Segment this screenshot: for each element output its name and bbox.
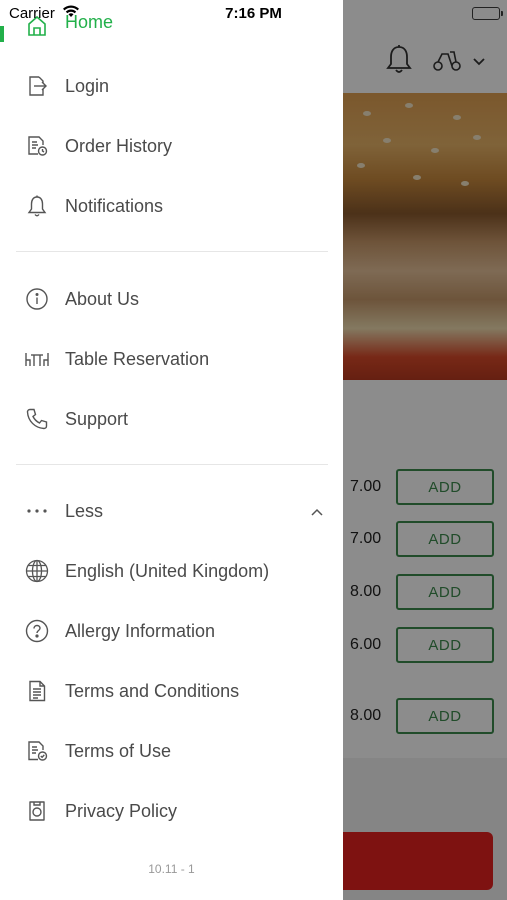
- document-icon: [25, 679, 49, 703]
- menu-item-about-us[interactable]: About Us: [0, 275, 343, 323]
- menu-item-label: Notifications: [65, 196, 164, 216]
- bell-icon: [25, 194, 49, 218]
- battery-icon: [472, 7, 503, 20]
- phone-icon: [25, 407, 49, 431]
- globe-icon: [25, 559, 49, 583]
- menu-item-label: Less: [65, 501, 104, 521]
- order-history-icon: [25, 134, 49, 158]
- menu-item-label: English (United Kingdom): [65, 561, 270, 581]
- document-check-icon: [25, 739, 49, 763]
- chevron-up-icon: [309, 504, 325, 520]
- divider: [16, 251, 328, 252]
- privacy-icon: [25, 799, 49, 823]
- menu-item-label: Privacy Policy: [65, 801, 178, 821]
- menu-item-login[interactable]: Login: [0, 62, 343, 110]
- side-drawer: Home Login Order History Notifications A…: [0, 0, 343, 900]
- info-icon: [25, 287, 49, 311]
- menu-item-notifications[interactable]: Notifications: [0, 182, 343, 230]
- menu-item-support[interactable]: Support: [0, 395, 343, 443]
- more-dots-icon: [25, 499, 49, 523]
- menu-item-privacy-policy[interactable]: Privacy Policy: [0, 787, 343, 835]
- table-icon: [25, 347, 49, 371]
- menu-item-less[interactable]: Less: [0, 487, 343, 535]
- status-bar: Carrier 7:16 PM: [0, 0, 507, 26]
- menu-item-terms-of-use[interactable]: Terms of Use: [0, 727, 343, 775]
- question-icon: [25, 619, 49, 643]
- menu-item-label: Order History: [65, 136, 173, 156]
- menu-item-label: Allergy Information: [65, 621, 216, 641]
- menu-item-label: Support: [65, 409, 129, 429]
- clock: 7:16 PM: [225, 5, 282, 22]
- app-version: 10.11 - 1: [148, 862, 195, 876]
- menu-item-label: Terms and Conditions: [65, 681, 240, 701]
- menu-item-order-history[interactable]: Order History: [0, 122, 343, 170]
- menu-item-allergy-information[interactable]: Allergy Information: [0, 607, 343, 655]
- menu-item-language[interactable]: English (United Kingdom): [0, 547, 343, 595]
- menu-item-label: Terms of Use: [65, 741, 172, 761]
- menu-item-table-reservation[interactable]: Table Reservation: [0, 335, 343, 383]
- menu-item-label: Login: [65, 76, 110, 96]
- menu-item-label: About Us: [65, 289, 140, 309]
- divider: [16, 464, 328, 465]
- menu-item-terms-and-conditions[interactable]: Terms and Conditions: [0, 667, 343, 715]
- menu-item-label: Table Reservation: [65, 349, 210, 369]
- login-icon: [25, 74, 49, 98]
